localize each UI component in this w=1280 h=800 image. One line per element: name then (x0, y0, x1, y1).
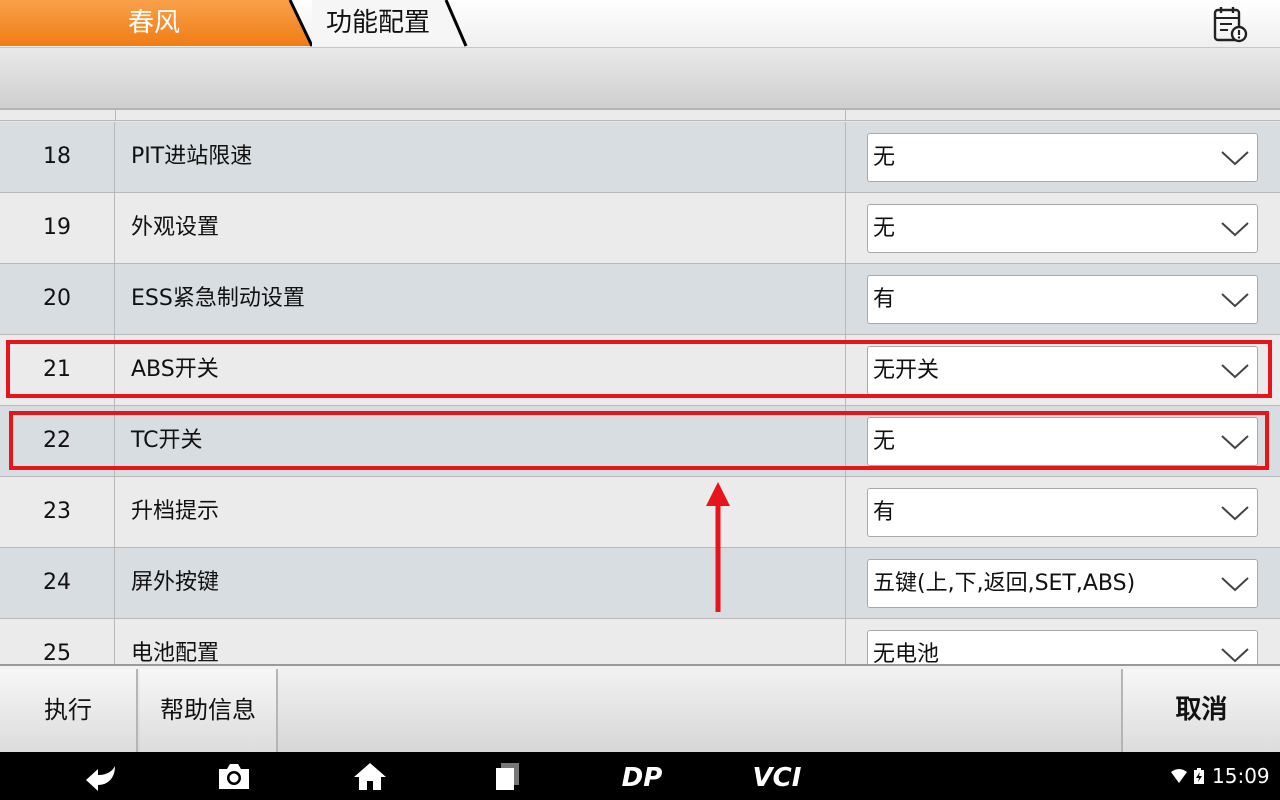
dropdown-value: 有 (873, 287, 896, 312)
cancel-button[interactable]: 取消 (1121, 669, 1280, 752)
value-dropdown[interactable]: 无电池 (867, 630, 1258, 664)
row-number: 21 (0, 335, 115, 405)
row-number: 25 (0, 619, 115, 664)
row-label: 屏外按键 (131, 570, 220, 595)
value-dropdown[interactable]: 无 (867, 417, 1258, 466)
row-label: 升档提示 (131, 499, 220, 524)
system-nav-bar: DP VCI 15:09 (0, 752, 1280, 800)
table-row: 19 外观设置 无 (0, 193, 1280, 264)
breadcrumb-brand-label: 春风 (128, 8, 181, 38)
dropdown-value: 无 (873, 216, 896, 241)
row-label: PIT进站限速 (131, 144, 253, 169)
top-bar: 春风 功能配置 (0, 0, 1280, 48)
breadcrumb-function-label: 功能配置 (326, 8, 431, 38)
table-row-partial (0, 110, 1280, 121)
row-number: 19 (0, 193, 115, 263)
execute-button[interactable]: 执行 (0, 669, 138, 752)
row-number: 22 (0, 406, 115, 476)
row-number: 18 (0, 122, 115, 192)
row-label: TC开关 (131, 428, 203, 453)
chevron-down-icon (1221, 648, 1249, 663)
table-row: 20 ESS紧急制动设置 有 (0, 264, 1280, 335)
value-dropdown[interactable]: 无 (867, 204, 1258, 253)
dropdown-value: 无开关 (873, 358, 940, 383)
wifi-icon (1171, 769, 1187, 783)
vci-icon[interactable]: VCI (744, 760, 810, 792)
row-number: 24 (0, 548, 115, 618)
dropdown-value: 五键(上,下,返回,SET,ABS) (873, 571, 1136, 596)
breadcrumb-brand-tab[interactable]: 春风 (0, 0, 312, 48)
dp-logo-icon[interactable]: DP (612, 760, 672, 792)
action-bar: 执行 帮助信息 取消 (0, 664, 1280, 752)
dropdown-value: 无 (873, 429, 896, 454)
chevron-down-icon (1221, 364, 1249, 379)
chevron-down-icon (1221, 151, 1249, 166)
table-row: 24 屏外按键 五键(上,下,返回,SET,ABS) (0, 548, 1280, 619)
dropdown-value: 有 (873, 500, 896, 525)
help-info-button[interactable]: 帮助信息 (140, 669, 278, 752)
app-window: 春风 功能配置 18 PIT进站限速 无 19 外观设置 无 20 ESS紧急制… (0, 0, 1280, 800)
back-icon[interactable] (80, 760, 120, 792)
chevron-down-icon (1221, 577, 1249, 592)
row-label: 外观设置 (131, 215, 220, 240)
table-row: 21 ABS开关 无开关 (0, 335, 1280, 406)
row-label: ABS开关 (131, 357, 219, 382)
table-header-strip (0, 48, 1280, 110)
chevron-down-icon (1221, 222, 1249, 237)
chevron-down-icon (1221, 435, 1249, 450)
recent-apps-icon[interactable] (492, 760, 524, 792)
value-dropdown[interactable]: 有 (867, 275, 1258, 324)
camera-icon[interactable] (216, 760, 252, 792)
value-dropdown[interactable]: 无 (867, 133, 1258, 182)
row-label: ESS紧急制动设置 (131, 286, 305, 311)
home-icon[interactable] (352, 760, 388, 792)
row-number: 20 (0, 264, 115, 334)
dropdown-value: 无电池 (873, 642, 940, 664)
clock-time: 15:09 (1212, 764, 1270, 788)
table-row: 18 PIT进站限速 无 (0, 122, 1280, 193)
chevron-down-icon (1221, 506, 1249, 521)
table-row: 22 TC开关 无 (0, 406, 1280, 477)
chevron-down-icon (1221, 293, 1249, 308)
svg-text:DP: DP (622, 763, 663, 792)
value-dropdown[interactable]: 五键(上,下,返回,SET,ABS) (867, 559, 1258, 608)
battery-icon (1194, 768, 1204, 784)
svg-text:VCI: VCI (753, 763, 802, 792)
dropdown-value: 无 (873, 145, 896, 170)
row-number: 23 (0, 477, 115, 547)
breadcrumb-function-tab[interactable]: 功能配置 (296, 0, 468, 48)
table-row: 23 升档提示 有 (0, 477, 1280, 548)
row-label: 电池配置 (131, 641, 220, 664)
value-dropdown[interactable]: 无开关 (867, 346, 1258, 395)
value-dropdown[interactable]: 有 (867, 488, 1258, 537)
clipboard-alert-icon[interactable] (1210, 4, 1250, 44)
table-row: 25 电池配置 无电池 (0, 619, 1280, 664)
config-table: 18 PIT进站限速 无 19 外观设置 无 20 ESS紧急制动设置 有 21… (0, 110, 1280, 664)
